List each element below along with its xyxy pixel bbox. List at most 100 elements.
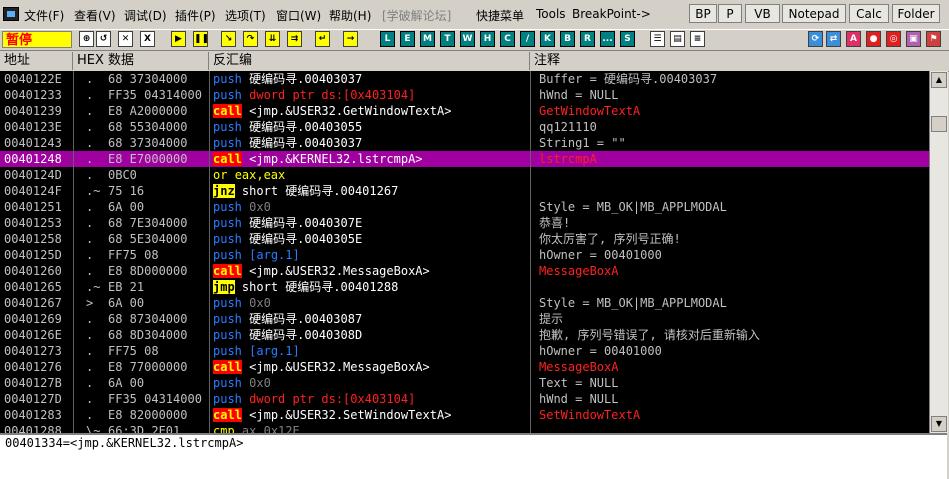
menu-help[interactable]: 帮助(H) <box>329 7 371 24</box>
row-marker: . <box>86 264 94 278</box>
scroll-thumb[interactable] <box>931 116 947 132</box>
flag-icon[interactable]: ⚑ <box>926 31 941 47</box>
row-disassembly: push 硬编码寻.00403087 <box>213 311 529 327</box>
run-trace-icon[interactable]: ... <box>600 31 615 47</box>
windows-icon[interactable]: W <box>460 31 475 47</box>
header-comment[interactable]: 注释 <box>530 52 949 70</box>
notepad-button[interactable]: Notepad <box>782 4 846 23</box>
help-list-icon[interactable]: ≡ <box>690 31 705 47</box>
patches-icon[interactable]: / <box>520 31 535 47</box>
record-icon[interactable]: ● <box>866 31 881 47</box>
bp-button[interactable]: BP <box>689 4 717 23</box>
table-row[interactable]: 00401239. E8 A2000000 call <jmp.&USER32.Ge… <box>0 103 929 119</box>
open-icon[interactable]: ⊕ <box>79 31 94 47</box>
folder-button[interactable]: Folder <box>892 4 940 23</box>
menu-options[interactable]: 选项(T) <box>225 7 266 24</box>
vertical-scrollbar[interactable]: ▲ ▼ <box>929 71 948 433</box>
call-stack-icon[interactable]: K <box>540 31 555 47</box>
table-row[interactable]: 0040127B. 6A 00 push 0x0 Text = NULL <box>0 375 929 391</box>
table-row[interactable]: 0040124D. 0BC0 or eax,eax <box>0 167 929 183</box>
cpu-icon[interactable]: C <box>500 31 515 47</box>
log-window-icon[interactable]: L <box>380 31 395 47</box>
restart-icon[interactable]: ↺ <box>96 31 111 47</box>
menu-forum[interactable]: [学破解论坛] <box>382 7 451 24</box>
calc-button[interactable]: Calc <box>849 4 889 23</box>
memory-map-icon[interactable]: M <box>420 31 435 47</box>
table-row[interactable]: 00401265 .~ EB 21 jmp short 硬编码寻.00401288 <box>0 279 929 295</box>
settings-list-icon[interactable]: ▤ <box>670 31 685 47</box>
list-icon[interactable]: ☰ <box>650 31 665 47</box>
menu-shortcut[interactable]: 快捷菜单 <box>476 7 524 24</box>
scroll-down-icon[interactable]: ▼ <box>931 416 947 432</box>
row-operands: <jmp.&USER32.MessageBoxA> <box>249 360 430 374</box>
menu-view[interactable]: 查看(V) <box>74 7 116 24</box>
table-row[interactable]: 00401288 \~ 66:3D 2E01 cmp ax,0x12E <box>0 423 929 433</box>
table-row[interactable]: 0040122E. 68 37304000 push 硬编码寻.00403037 Bu… <box>0 71 929 87</box>
table-row[interactable]: 00401267 >6A 00 push 0x0 Style = MB_OK|MB_A… <box>0 295 929 311</box>
row-hex: E8 8D000000 <box>108 264 188 278</box>
table-row[interactable]: 00401258. 68 5E304000 push 硬编码寻.0040305E 你太… <box>0 231 929 247</box>
row-disassembly: push [arg.1] <box>213 343 529 359</box>
table-row[interactable]: 0040124F .~ 75 16 jnz short 硬编码寻.00401267 <box>0 183 929 199</box>
row-disassembly: push 硬编码寻.00403037 <box>213 71 529 87</box>
target-icon[interactable]: ◎ <box>886 31 901 47</box>
trace-over-icon[interactable]: ⇉ <box>287 31 302 47</box>
row-address: 00401258 <box>4 232 62 246</box>
close-program-icon[interactable]: ✕ <box>118 31 133 47</box>
close-icon[interactable]: X <box>140 31 155 47</box>
breakpoints-icon[interactable]: B <box>560 31 575 47</box>
row-mnemonic: push <box>213 72 242 86</box>
execute-till-return-icon[interactable]: ↵ <box>315 31 330 47</box>
step-over-icon[interactable]: ↷ <box>243 31 258 47</box>
row-address: 0040126E <box>4 328 62 342</box>
table-row[interactable]: 00401273. FF75 08 push [arg.1] hOwner = 004… <box>0 343 929 359</box>
source-icon[interactable]: S <box>620 31 635 47</box>
header-address[interactable]: 地址 <box>0 52 73 70</box>
table-row[interactable]: 0040126E. 68 8D304000 push 硬编码寻.0040308D 抱歉… <box>0 327 929 343</box>
row-marker: .~ <box>86 184 101 198</box>
trace-into-icon[interactable]: ⇊ <box>265 31 280 47</box>
header-hex[interactable]: HEX 数据 <box>73 52 209 70</box>
refresh-icon[interactable]: ⟳ <box>808 31 823 47</box>
row-disassembly: push 0x0 <box>213 375 529 391</box>
vb-button[interactable]: VB <box>745 4 780 23</box>
table-row[interactable]: 0040127D. FF35 04314000 push dword ptr ds:… <box>0 391 929 407</box>
goto-address-icon[interactable]: → <box>343 31 358 47</box>
scroll-up-icon[interactable]: ▲ <box>931 72 947 88</box>
table-row[interactable]: 00401283. E8 82000000 call <jmp.&USER32.Se… <box>0 407 929 423</box>
pause-icon[interactable]: ❚❚ <box>193 31 209 47</box>
references-icon[interactable]: R <box>580 31 595 47</box>
table-row[interactable]: 00401253. 68 7E304000 push 硬编码寻.0040307E 恭喜… <box>0 215 929 231</box>
row-hex: E8 E7000000 <box>108 152 188 166</box>
menu-file[interactable]: 文件(F) <box>24 7 64 24</box>
run-icon[interactable]: ▶ <box>171 31 186 47</box>
swap-icon[interactable]: ⇄ <box>826 31 841 47</box>
table-row[interactable]: 00401276. E8 77000000 call <jmp.&USER32.Me… <box>0 359 929 375</box>
table-row[interactable]: 00401251. 6A 00 push 0x0 Style = MB_OK|MB_A… <box>0 199 929 215</box>
menu-tools[interactable]: Tools <box>536 7 566 21</box>
row-disassembly: call <jmp.&USER32.GetWindowTextA> <box>213 103 529 119</box>
disassembly-grid[interactable]: 0040122E. 68 37304000 push 硬编码寻.00403037 Bu… <box>0 71 929 433</box>
table-row[interactable]: 00401248. E8 E7000000 call <jmp.&KERNEL32.… <box>0 151 929 167</box>
table-row[interactable]: 0040123E. 68 55304000 push 硬编码寻.00403055 qq… <box>0 119 929 135</box>
font-icon[interactable]: A <box>846 31 861 47</box>
menu-breakpoint[interactable]: BreakPoint-> <box>572 7 651 21</box>
row-comment: 你太厉害了, 序列号正确! <box>539 232 681 246</box>
table-row[interactable]: 00401269. 68 87304000 push 硬编码寻.00403087 提示 <box>0 311 929 327</box>
threads-icon[interactable]: T <box>440 31 455 47</box>
p-button[interactable]: P <box>718 4 742 23</box>
modules-icon[interactable]: E <box>400 31 415 47</box>
row-hex: FF75 08 <box>108 248 159 262</box>
image-icon[interactable]: ▣ <box>906 31 921 47</box>
table-row[interactable]: 0040125D. FF75 08 push [arg.1] hOwner = 004… <box>0 247 929 263</box>
menu-debug[interactable]: 调试(D) <box>124 7 167 24</box>
table-row[interactable]: 00401260. E8 8D000000 call <jmp.&USER32.Me… <box>0 263 929 279</box>
row-hex: 0BC0 <box>108 168 137 182</box>
handles-icon[interactable]: H <box>480 31 495 47</box>
menu-plugins[interactable]: 插件(P) <box>175 7 216 24</box>
table-row[interactable]: 00401243. 68 37304000 push 硬编码寻.00403037 St… <box>0 135 929 151</box>
table-row[interactable]: 00401233. FF35 04314000 push dword ptr ds:… <box>0 87 929 103</box>
step-into-icon[interactable]: ↘ <box>221 31 236 47</box>
header-disassembly[interactable]: 反汇编 <box>209 52 530 70</box>
menu-window[interactable]: 窗口(W) <box>276 7 321 24</box>
